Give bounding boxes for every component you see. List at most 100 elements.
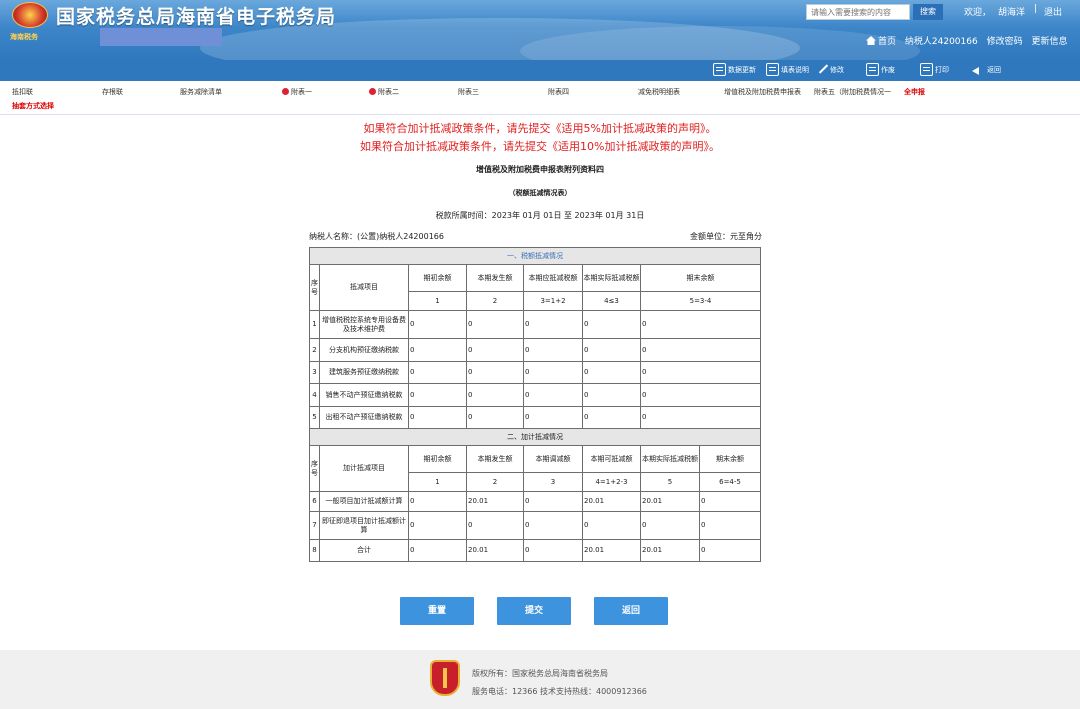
tab-full-declaration[interactable]: 全申报: [904, 87, 925, 97]
value-cell[interactable]: 0: [408, 383, 467, 407]
tab-exemption-details[interactable]: 减免税明细表: [638, 87, 680, 97]
value-cell[interactable]: 0: [640, 310, 761, 339]
value-cell[interactable]: 0: [640, 383, 761, 407]
error-dot-icon: [369, 88, 376, 95]
value-cell[interactable]: 0: [582, 383, 641, 407]
search-input[interactable]: [806, 4, 910, 20]
formula: 3: [523, 472, 583, 492]
formula: 1: [408, 291, 467, 311]
void-button[interactable]: 作废: [866, 63, 895, 78]
value-cell[interactable]: 0: [640, 511, 700, 540]
col-header: 期初余额: [408, 264, 467, 292]
value-cell[interactable]: 0: [408, 539, 467, 562]
table-row: 5 出租不动产预征缴纳税款 0 0 0 0 0: [309, 406, 761, 429]
submit-button[interactable]: 提交: [497, 597, 571, 625]
value-cell[interactable]: 0: [408, 406, 467, 429]
value-cell[interactable]: 0: [523, 338, 583, 362]
tab-service-deduction-list[interactable]: 服务减除清单: [180, 87, 222, 97]
value-cell[interactable]: 0: [523, 406, 583, 429]
notice-5-percent[interactable]: 如果符合加计抵减政策条件，请先提交《适用5%加计抵减政策的声明》。: [0, 120, 1080, 136]
section-1-header-row: 一、税额抵减情况: [309, 247, 761, 265]
fill-instructions-button[interactable]: 填表说明: [766, 63, 809, 78]
section-2-title: 二、加计抵减情况: [309, 428, 761, 446]
update-info-link[interactable]: 更新信息: [1031, 37, 1067, 47]
home-link[interactable]: 首页: [866, 36, 896, 47]
value-cell[interactable]: 0: [523, 539, 583, 562]
value-cell[interactable]: 0: [582, 338, 641, 362]
value-cell[interactable]: 0: [408, 310, 467, 339]
value-cell[interactable]: 0: [466, 361, 524, 384]
value-cell[interactable]: 0: [699, 511, 761, 540]
table-row: 6 一般项目加计抵减额计算 0 20.01 0 20.01 20.01 0: [309, 491, 761, 512]
logout-link[interactable]: 退出: [1044, 5, 1062, 18]
value-cell[interactable]: 0: [523, 310, 583, 339]
return-button[interactable]: 返回: [594, 597, 668, 625]
tab-schedule-4[interactable]: 附表四: [548, 87, 569, 97]
tab-deduction[interactable]: 抵扣联: [12, 87, 33, 97]
print-button[interactable]: 打印: [920, 63, 949, 78]
value-cell[interactable]: 0: [640, 361, 761, 384]
amount-unit: 金额单位：元至角分: [690, 232, 762, 241]
modify-button[interactable]: 修改: [817, 63, 844, 78]
taxpayer-link[interactable]: 纳税人24200166: [905, 37, 978, 47]
table-row: 4 销售不动产预征缴纳税款 0 0 0 0 0: [309, 383, 761, 407]
row-seq: 6: [309, 491, 320, 512]
value-cell[interactable]: 0: [466, 406, 524, 429]
tab-schedule-1[interactable]: 附表一: [282, 87, 312, 97]
value-cell[interactable]: 0: [699, 491, 761, 512]
row-seq: 7: [309, 511, 320, 540]
value-cell[interactable]: 20.01: [582, 539, 641, 562]
value-cell[interactable]: 20.01: [466, 491, 524, 512]
table-row: 8 合计 0 20.01 0 20.01 20.01 0: [309, 539, 761, 562]
reset-button[interactable]: 重置: [400, 597, 474, 625]
value-cell[interactable]: 0: [466, 383, 524, 407]
row-seq: 5: [309, 406, 320, 429]
notice-10-percent[interactable]: 如果符合加计抵减政策条件，请先提交《适用10%加计抵减政策的声明》。: [0, 138, 1080, 154]
value-cell[interactable]: 0: [408, 338, 467, 362]
separator: |: [1034, 4, 1038, 14]
value-cell[interactable]: 0: [582, 361, 641, 384]
col-header: 本期发生额: [466, 445, 524, 473]
tab-schedule-5[interactable]: 附表五（附加税费情况一: [814, 87, 891, 97]
value-cell[interactable]: 0: [523, 491, 583, 512]
formula: 1: [408, 472, 467, 492]
row-seq: 8: [309, 539, 320, 562]
value-cell[interactable]: 0: [466, 511, 524, 540]
value-cell[interactable]: 0: [582, 406, 641, 429]
value-cell[interactable]: 20.01: [582, 491, 641, 512]
value-cell[interactable]: 0: [640, 338, 761, 362]
value-cell[interactable]: 0: [523, 511, 583, 540]
section-1-title[interactable]: 一、税额抵减情况: [309, 247, 761, 265]
value-cell[interactable]: 0: [408, 491, 467, 512]
tab-stub[interactable]: 存根联: [102, 87, 123, 97]
back-button[interactable]: 返回: [972, 63, 1001, 78]
form-title: 增值税及附加税费申报表附列资料四: [476, 165, 604, 174]
value-cell[interactable]: 0: [523, 361, 583, 384]
search-button[interactable]: 搜索: [913, 4, 943, 20]
row-item: 销售不动产预征缴纳税款: [319, 383, 409, 407]
change-password-link[interactable]: 修改密码: [987, 37, 1023, 47]
method-select-link[interactable]: 抽套方式选择: [12, 101, 54, 111]
col-header: 本期调减额: [523, 445, 583, 473]
row-item: 建筑服务预征缴纳税款: [319, 361, 409, 384]
value-cell[interactable]: 0: [408, 511, 467, 540]
value-cell[interactable]: 0: [466, 338, 524, 362]
value-cell[interactable]: 0: [466, 310, 524, 339]
document-icon: [766, 63, 779, 76]
value-cell[interactable]: 20.01: [640, 491, 700, 512]
value-cell[interactable]: 0: [582, 511, 641, 540]
value-cell[interactable]: 0: [523, 383, 583, 407]
tab-schedule-2[interactable]: 附表二: [369, 87, 399, 97]
value-cell[interactable]: 0: [408, 361, 467, 384]
table-row: 7 即征即退项目加计抵减额计算 0 0 0 0 0 0: [309, 511, 761, 540]
value-cell[interactable]: 0: [699, 539, 761, 562]
value-cell[interactable]: 0: [582, 310, 641, 339]
data-update-button[interactable]: 数据更新: [713, 63, 756, 78]
home-icon: [866, 36, 876, 45]
value-cell[interactable]: 0: [640, 406, 761, 429]
tab-vat-return[interactable]: 增值税及附加税费申报表: [724, 87, 801, 97]
value-cell[interactable]: 20.01: [640, 539, 700, 562]
value-cell[interactable]: 20.01: [466, 539, 524, 562]
tab-schedule-3[interactable]: 附表三: [458, 87, 479, 97]
formula: 5=3-4: [640, 291, 761, 311]
